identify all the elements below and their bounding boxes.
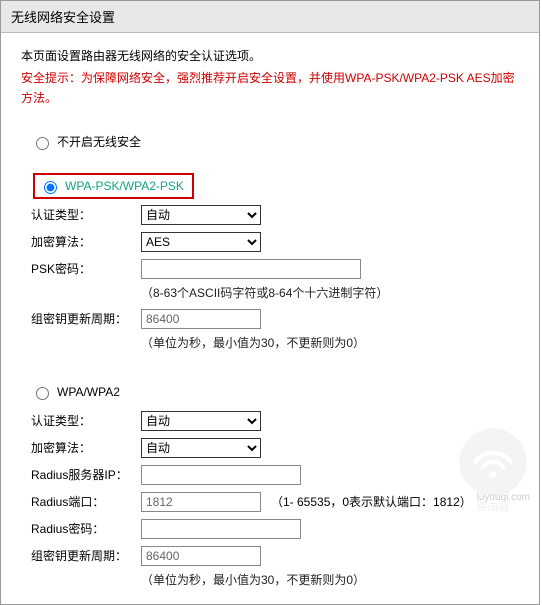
- label-radius-pw: Radius密码：: [31, 520, 141, 537]
- security-warning: 安全提示：为保障网络安全，强烈推荐开启安全设置，并使用WPA-PSK/WPA2-…: [21, 68, 519, 109]
- field-cipher-psk: 加密算法： AES: [31, 230, 519, 254]
- label-cipher-wpa: 加密算法：: [31, 439, 141, 456]
- label-auth-type-wpa: 认证类型：: [31, 412, 141, 429]
- label-radius-port: Radius端口：: [31, 493, 141, 510]
- hint-rekey-wpa: （单位为秒，最小值为30，不更新则为0）: [141, 571, 519, 588]
- field-rekey-wpa: 组密钥更新周期：: [31, 544, 519, 568]
- field-radius-port: Radius端口： （1- 65535，0表示默认端口：1812）: [31, 490, 519, 514]
- field-radius-pw: Radius密码：: [31, 517, 519, 541]
- hint-radius-port: （1- 65535，0表示默认端口：1812）: [271, 493, 472, 510]
- label-radius-ip: Radius服务器IP：: [31, 466, 141, 483]
- input-radius-ip[interactable]: [141, 465, 301, 485]
- input-rekey-psk[interactable]: [141, 309, 261, 329]
- radio-disable-label: 不开启无线安全: [57, 133, 141, 150]
- intro-text: 本页面设置路由器无线网络的安全认证选项。: [21, 47, 519, 64]
- label-psk: PSK密码：: [31, 260, 141, 277]
- radio-wpa-label: WPA/WPA2: [57, 385, 120, 399]
- highlight-wpa-psk: WPA-PSK/WPA2-PSK: [33, 173, 194, 199]
- radio-row-wpa-psk: WPA-PSK/WPA2-PSK: [27, 175, 519, 197]
- input-psk-password[interactable]: [141, 259, 361, 279]
- field-rekey-psk: 组密钥更新周期：: [31, 307, 519, 331]
- panel-title: 无线网络安全设置: [1, 1, 539, 33]
- input-radius-pw[interactable]: [141, 519, 301, 539]
- label-rekey: 组密钥更新周期：: [31, 310, 141, 327]
- label-auth-type: 认证类型：: [31, 206, 141, 223]
- radio-wpa[interactable]: [36, 387, 49, 400]
- settings-panel: 无线网络安全设置 本页面设置路由器无线网络的安全认证选项。 安全提示：为保障网络…: [0, 0, 540, 605]
- field-radius-ip: Radius服务器IP：: [31, 463, 519, 487]
- field-psk-password: PSK密码：: [31, 257, 519, 281]
- field-auth-type-wpa: 认证类型： 自动: [31, 409, 519, 433]
- radio-disable-security[interactable]: [36, 137, 49, 150]
- field-auth-type-psk: 认证类型： 自动: [31, 203, 519, 227]
- input-radius-port[interactable]: [141, 492, 261, 512]
- radio-row-disable: 不开启无线安全: [31, 131, 519, 153]
- field-cipher-wpa: 加密算法： 自动: [31, 436, 519, 460]
- input-rekey-wpa[interactable]: [141, 546, 261, 566]
- hint-psk: （8-63个ASCII码字符或8-64个十六进制字符）: [141, 284, 519, 301]
- label-cipher: 加密算法：: [31, 233, 141, 250]
- select-cipher-psk[interactable]: AES: [141, 232, 261, 252]
- panel-content: 本页面设置路由器无线网络的安全认证选项。 安全提示：为保障网络安全，强烈推荐开启…: [1, 33, 539, 604]
- radio-wpa-psk[interactable]: [44, 181, 57, 194]
- label-rekey-wpa: 组密钥更新周期：: [31, 547, 141, 564]
- select-auth-type-psk[interactable]: 自动: [141, 205, 261, 225]
- select-cipher-wpa[interactable]: 自动: [141, 438, 261, 458]
- radio-row-wpa: WPA/WPA2: [31, 381, 519, 403]
- select-auth-type-wpa[interactable]: 自动: [141, 411, 261, 431]
- hint-rekey-psk: （单位为秒，最小值为30，不更新则为0）: [141, 334, 519, 351]
- radio-wpa-psk-label: WPA-PSK/WPA2-PSK: [65, 179, 184, 193]
